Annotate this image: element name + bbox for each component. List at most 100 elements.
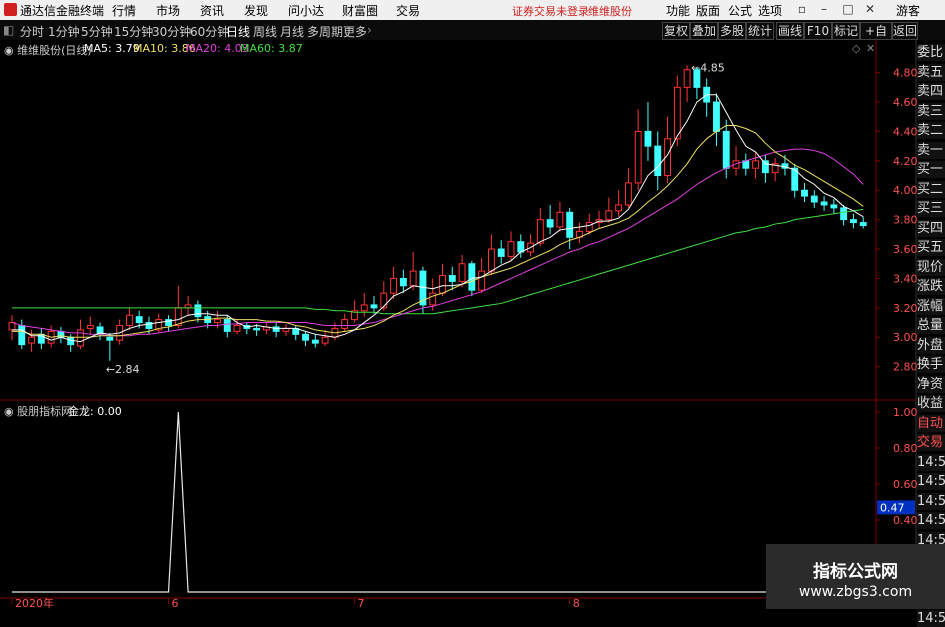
fuquan-button[interactable]: 复权 bbox=[662, 22, 690, 40]
candle-body bbox=[713, 101, 720, 132]
indicator-tick-label: 0.80 bbox=[893, 442, 918, 455]
side-panel-item[interactable]: 涨幅 bbox=[917, 297, 945, 315]
add-watchlist-button[interactable]: +自选 bbox=[860, 22, 892, 54]
side-panel-item[interactable]: 总量 bbox=[917, 317, 945, 334]
menu-item-xuanxiang[interactable]: 选项 bbox=[758, 2, 782, 19]
menu-item-shichang[interactable]: 市场 bbox=[156, 2, 180, 19]
side-panel-item[interactable]: 14:56 bbox=[917, 512, 945, 529]
chevron-right-icon[interactable]: › bbox=[367, 23, 372, 37]
maximize-icon[interactable]: □ bbox=[840, 2, 856, 17]
side-panel-item[interactable]: 卖二 bbox=[917, 122, 945, 139]
side-panel-item[interactable]: 卖一 bbox=[917, 141, 945, 159]
menu-item-gongshi[interactable]: 公式 bbox=[728, 2, 752, 19]
trade-login-status[interactable]: 证券交易未登录 bbox=[512, 3, 589, 19]
multi-stock-button[interactable]: 多股 bbox=[718, 22, 746, 40]
menu-item-jiaoyi[interactable]: 交易 bbox=[396, 2, 420, 19]
price-tick-label: 3.80 bbox=[893, 214, 918, 227]
candle-body bbox=[370, 304, 378, 309]
draw-line-button[interactable]: 画线 bbox=[776, 22, 804, 40]
side-panel-item[interactable]: 卖五 bbox=[917, 63, 945, 81]
side-panel-item[interactable]: 卖三 bbox=[917, 102, 945, 120]
side-panel-item[interactable]: 涨跌 bbox=[917, 278, 945, 295]
price-tick-label: 4.20 bbox=[893, 155, 918, 168]
back-button[interactable]: 返回 bbox=[892, 22, 918, 40]
candle-body bbox=[820, 201, 828, 206]
period-5min[interactable]: 5分钟 bbox=[81, 23, 113, 40]
side-panel-item[interactable]: 买四 bbox=[917, 219, 945, 237]
side-panel-item[interactable]: 卖四 bbox=[917, 83, 945, 100]
side-panel-item[interactable]: 收益 bbox=[917, 395, 945, 412]
price-tick-label: 4.40 bbox=[893, 125, 918, 138]
menu-item-faxian[interactable]: 发现 bbox=[244, 2, 268, 19]
menu-item-zixun[interactable]: 资讯 bbox=[200, 2, 224, 19]
diamond-icon[interactable]: ◇ bbox=[852, 42, 860, 55]
low-price-label: ←2.84 bbox=[106, 363, 140, 376]
candle-body bbox=[390, 277, 398, 294]
candle-body bbox=[624, 182, 632, 206]
candle-body bbox=[135, 316, 143, 324]
minimize-icon[interactable]: – bbox=[816, 2, 832, 17]
side-panel-item[interactable]: 委比 bbox=[917, 44, 945, 61]
side-panel-item[interactable]: 自动 bbox=[917, 414, 945, 432]
menu-item-gongneng[interactable]: 功能 bbox=[666, 2, 690, 19]
period-monthly[interactable]: 月线 bbox=[280, 23, 304, 40]
period-1min[interactable]: 1分钟 bbox=[48, 23, 80, 40]
period-fenshi[interactable]: 分时 bbox=[20, 23, 44, 40]
f10-button[interactable]: F10 bbox=[804, 22, 832, 40]
statistics-button[interactable]: 统计 bbox=[746, 22, 774, 40]
candle-body bbox=[849, 219, 857, 224]
candlestick-chart[interactable]: 4.80 4.60 4.40 4.20 4.00 3.80 3.60 3.40 3.20 3.00… bbox=[0, 40, 945, 609]
date-tick-label: 6 bbox=[172, 597, 179, 609]
candle-body bbox=[585, 222, 593, 232]
period-60min[interactable]: 60分钟 bbox=[190, 23, 229, 40]
period-weekly[interactable]: 周线 bbox=[253, 23, 277, 40]
candle-body bbox=[634, 130, 642, 184]
period-daily[interactable]: 日线 bbox=[226, 23, 250, 40]
candle-body bbox=[478, 270, 486, 291]
candle-body bbox=[654, 145, 662, 177]
candle-body bbox=[673, 86, 681, 140]
period-more[interactable]: 更多 bbox=[343, 23, 367, 40]
candle-body bbox=[546, 219, 554, 228]
menu-item-caifuquan[interactable]: 财富圈 bbox=[342, 2, 378, 19]
panel-toggle-icon[interactable]: ◧ bbox=[3, 23, 14, 37]
settings-icon[interactable]: ◉ bbox=[4, 44, 17, 57]
side-panel-item[interactable]: 买一 bbox=[917, 161, 945, 178]
mark-button[interactable]: 标记 bbox=[832, 22, 860, 40]
close-panel-icon[interactable]: ✕ bbox=[866, 42, 875, 55]
side-panel-item[interactable]: 14:56 bbox=[917, 453, 945, 471]
candle-body bbox=[380, 292, 388, 309]
close-icon[interactable]: ✕ bbox=[862, 2, 878, 17]
indicator-name-text: 股朋指标网 bbox=[17, 405, 73, 418]
side-panel-item[interactable]: 现价 bbox=[917, 258, 945, 276]
side-panel-item[interactable]: 买二 bbox=[917, 180, 945, 198]
restore-icon[interactable]: ▫ bbox=[794, 2, 810, 17]
candle-body bbox=[761, 160, 769, 174]
stock-title-text: 维维股份(日线) bbox=[17, 44, 92, 57]
candle-body bbox=[233, 324, 241, 332]
side-panel-item[interactable]: 买三 bbox=[917, 200, 945, 217]
side-panel-item[interactable]: 14:56 bbox=[917, 473, 945, 490]
side-panel-item[interactable]: 14:56 bbox=[917, 492, 945, 510]
period-15min[interactable]: 15分钟 bbox=[114, 23, 153, 40]
app-title: 通达信金融终端 bbox=[20, 4, 105, 18]
indicator-settings-icon[interactable]: ◉ bbox=[4, 405, 17, 418]
menu-item-wenxiaoda[interactable]: 问小达 bbox=[288, 2, 324, 19]
overlay-button[interactable]: 叠加 bbox=[690, 22, 718, 40]
menu-item-hangqing[interactable]: 行情 bbox=[112, 2, 136, 19]
indicator-name[interactable]: ◉ 股朋指标网 bbox=[4, 403, 72, 419]
candle-body bbox=[77, 329, 84, 347]
candle-body bbox=[439, 275, 446, 294]
period-30min[interactable]: 30分钟 bbox=[152, 23, 191, 40]
menu-item-banmian[interactable]: 版面 bbox=[696, 2, 720, 19]
period-multi[interactable]: 多周期 bbox=[307, 23, 343, 40]
side-panel-item[interactable]: 买五 bbox=[917, 239, 945, 256]
candle-body bbox=[752, 160, 760, 169]
guest-user[interactable]: 游客 bbox=[896, 2, 920, 19]
side-panel-item[interactable]: 交易 bbox=[917, 434, 945, 451]
candle-body bbox=[448, 275, 456, 282]
side-panel-item[interactable]: 14:56 bbox=[917, 609, 945, 627]
side-panel-item[interactable]: 换手 bbox=[917, 356, 945, 373]
side-panel-item[interactable]: 外盘 bbox=[917, 336, 945, 354]
side-panel-item[interactable]: 净资 bbox=[917, 375, 945, 393]
